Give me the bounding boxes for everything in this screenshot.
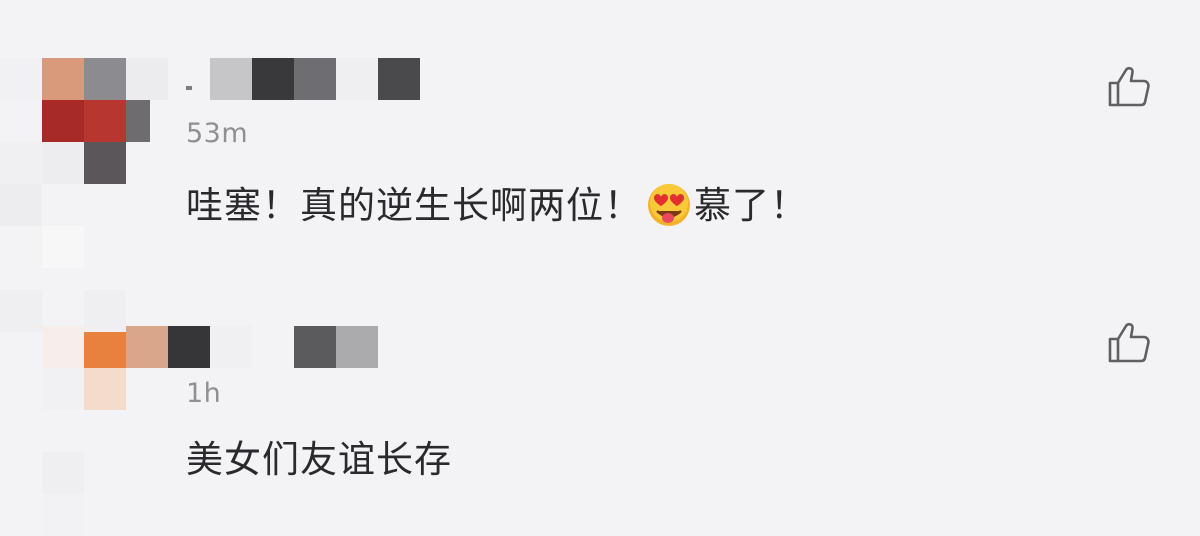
comment-item: 53m 哇塞！真的逆生长啊两位！ 慕了！ <box>0 0 1200 290</box>
comment-text-part: 慕了！ <box>694 184 808 227</box>
thumbs-up-icon <box>1108 322 1150 363</box>
comment-text: 哇塞！真的逆生长啊两位！ 慕了！ <box>186 182 808 228</box>
thumbs-up-icon <box>1108 66 1150 107</box>
comment-timestamp: 53m <box>186 118 249 149</box>
heart-eyes-tongue-emoji <box>648 184 690 226</box>
pixelated-avatar-and-username <box>0 290 1200 536</box>
comment-text-part: 哇塞！真的逆生长啊两位！ <box>186 184 642 227</box>
comment-text: 美女们友谊长存 <box>186 438 452 481</box>
pixelated-avatar-and-username <box>0 0 1200 290</box>
like-button[interactable] <box>1104 62 1154 112</box>
like-button[interactable] <box>1104 318 1154 368</box>
comment-item: 1h 美女们友谊长存 <box>0 290 1200 536</box>
comment-timestamp: 1h <box>186 378 222 409</box>
